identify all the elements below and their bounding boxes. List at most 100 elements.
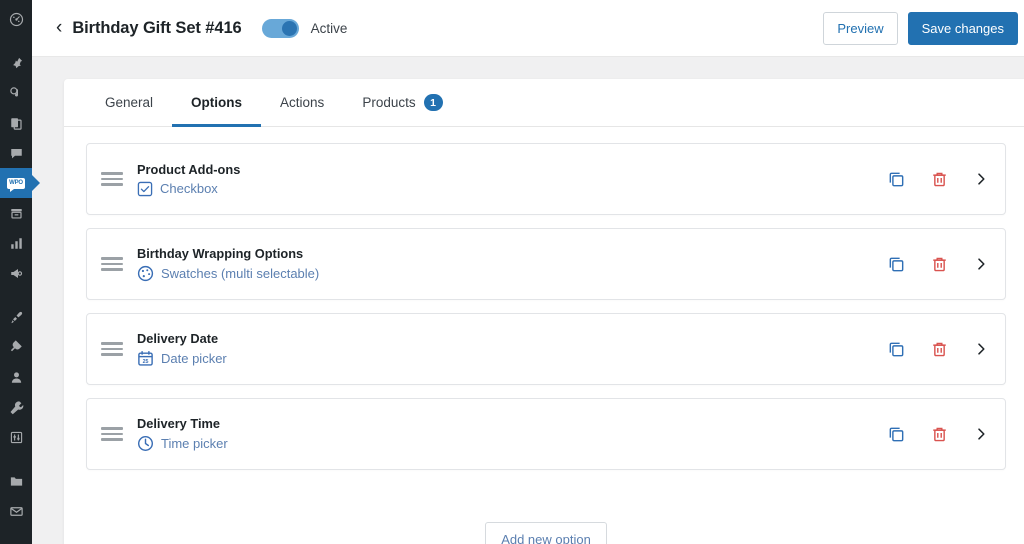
status-toggle-group: Active (261, 18, 348, 38)
chart-icon (9, 236, 24, 251)
option-title: Delivery Date (137, 331, 219, 346)
option-type-label: Time picker (161, 436, 228, 451)
tab-options-label: Options (191, 95, 243, 110)
chevron-right-icon[interactable] (973, 426, 989, 442)
option-title: Product Add-ons (137, 161, 241, 177)
sidebar-item-products[interactable] (0, 198, 32, 228)
save-changes-button[interactable]: Save changes (907, 11, 1018, 45)
svg-text:25: 25 (143, 359, 149, 365)
tab-actions-label: Actions (280, 95, 325, 110)
drag-handle-icon[interactable] (101, 427, 125, 441)
tab-actions[interactable]: Actions (261, 79, 343, 126)
sidebar-item-mail[interactable] (0, 496, 32, 526)
duplicate-icon[interactable] (887, 340, 906, 359)
back-button[interactable]: ‹ (56, 18, 62, 39)
sidebar-item-pages[interactable] (0, 108, 32, 138)
drag-handle-icon[interactable] (101, 172, 125, 186)
sidebar-item-wpo[interactable]: WPO (0, 168, 32, 198)
sidebar-divider-2 (0, 288, 32, 302)
row-text: Product Add-ons Checkbox (137, 162, 240, 197)
tab-products[interactable]: Products 1 (343, 79, 461, 126)
option-title: Birthday Wrapping Options (137, 246, 304, 261)
status-toggle[interactable] (261, 18, 299, 38)
duplicate-icon[interactable] (887, 255, 906, 274)
page-title: Birthday Gift Set #416 (72, 18, 242, 37)
sidebar-item-appearance[interactable] (0, 302, 32, 332)
sidebar-item-tools[interactable] (0, 392, 32, 422)
user-icon (9, 370, 24, 385)
option-type-label: Swatches (multi selectable) (161, 266, 320, 281)
toggle-knob (281, 20, 297, 36)
pages-icon (9, 116, 24, 131)
checkbox-icon (137, 181, 153, 197)
option-type: Swatches (multi selectable) (137, 265, 319, 282)
drag-handle-icon[interactable] (101, 257, 125, 271)
palette-icon (137, 265, 154, 282)
drag-handle-icon[interactable] (101, 342, 125, 356)
main-column: ‹ Birthday Gift Set #416 Active Preview … (32, 0, 1024, 544)
option-type: Time picker (137, 435, 228, 452)
media-icon (9, 86, 24, 101)
clock-icon (137, 435, 154, 452)
row-actions (887, 340, 989, 359)
sidebar-divider-3 (0, 452, 32, 466)
sidebar-item-files[interactable] (0, 466, 32, 496)
row-actions (887, 255, 989, 274)
chevron-right-icon[interactable] (973, 256, 989, 272)
trash-icon[interactable] (930, 425, 949, 444)
status-label: Active (310, 20, 348, 36)
duplicate-icon[interactable] (887, 425, 906, 444)
trash-icon[interactable] (930, 255, 949, 274)
option-type: 25 Date picker (137, 350, 227, 367)
chevron-right-icon[interactable] (973, 341, 989, 357)
sidebar-item-marketing[interactable] (0, 258, 32, 288)
dashboard-icon (9, 12, 24, 27)
page-content: General Options Actions Products 1 Produ… (32, 57, 1024, 544)
duplicate-icon[interactable] (887, 170, 906, 189)
option-type-label: Date picker (161, 351, 227, 366)
table-row[interactable]: Delivery Date 25 Date picker (86, 313, 1006, 385)
option-title: Delivery Time (137, 416, 220, 431)
sidebar-item-posts[interactable] (0, 48, 32, 78)
tab-products-badge: 1 (423, 94, 443, 111)
sidebar-item-settings[interactable] (0, 422, 32, 452)
trash-icon[interactable] (930, 340, 949, 359)
sidebar-item-dashboard[interactable] (0, 4, 32, 34)
tab-bar: General Options Actions Products 1 (64, 79, 1024, 127)
header-actions: Preview Save changes (823, 11, 1018, 45)
chevron-right-icon[interactable] (973, 171, 989, 187)
row-text: Birthday Wrapping Options Swatches (mult… (137, 246, 319, 282)
sidebar-item-media[interactable] (0, 78, 32, 108)
brush-icon (9, 310, 24, 325)
preview-button[interactable]: Preview (823, 11, 898, 45)
envelope-icon (9, 504, 24, 519)
row-text: Delivery Date 25 Date picker (137, 331, 227, 367)
tab-general[interactable]: General (86, 79, 172, 126)
comment-icon (9, 146, 24, 161)
row-text: Delivery Time Time picker (137, 416, 228, 452)
calendar-icon: 25 (137, 350, 154, 367)
app-root: WPO ‹ Birthday Gift Set #416 Active Prev… (0, 0, 1024, 544)
table-row[interactable]: Product Add-ons Checkbox (86, 143, 1006, 215)
tab-options[interactable]: Options (172, 79, 262, 127)
folder-icon (9, 474, 24, 489)
sidebar-item-analytics[interactable] (0, 228, 32, 258)
options-card: General Options Actions Products 1 Produ… (64, 79, 1024, 544)
table-row[interactable]: Birthday Wrapping Options Swatches (mult… (86, 228, 1006, 300)
trash-icon[interactable] (930, 170, 949, 189)
archive-icon (9, 206, 24, 221)
options-list: Product Add-ons Checkbox Birthday Wrappi… (64, 127, 1024, 498)
sliders-icon (9, 430, 24, 445)
sidebar-divider-1 (0, 34, 32, 48)
sidebar-item-comments[interactable] (0, 138, 32, 168)
row-actions (887, 425, 989, 444)
tab-general-label: General (105, 95, 154, 110)
plug-icon (9, 339, 24, 355)
sidebar-item-plugins[interactable] (0, 332, 32, 362)
pin-icon (9, 56, 24, 71)
table-row[interactable]: Delivery Time Time picker (86, 398, 1006, 470)
add-new-option-button[interactable]: Add new option (485, 522, 607, 544)
wpo-icon: WPO (7, 177, 25, 192)
sidebar-item-users[interactable] (0, 362, 32, 392)
card-footer: Add new option (64, 498, 1024, 544)
